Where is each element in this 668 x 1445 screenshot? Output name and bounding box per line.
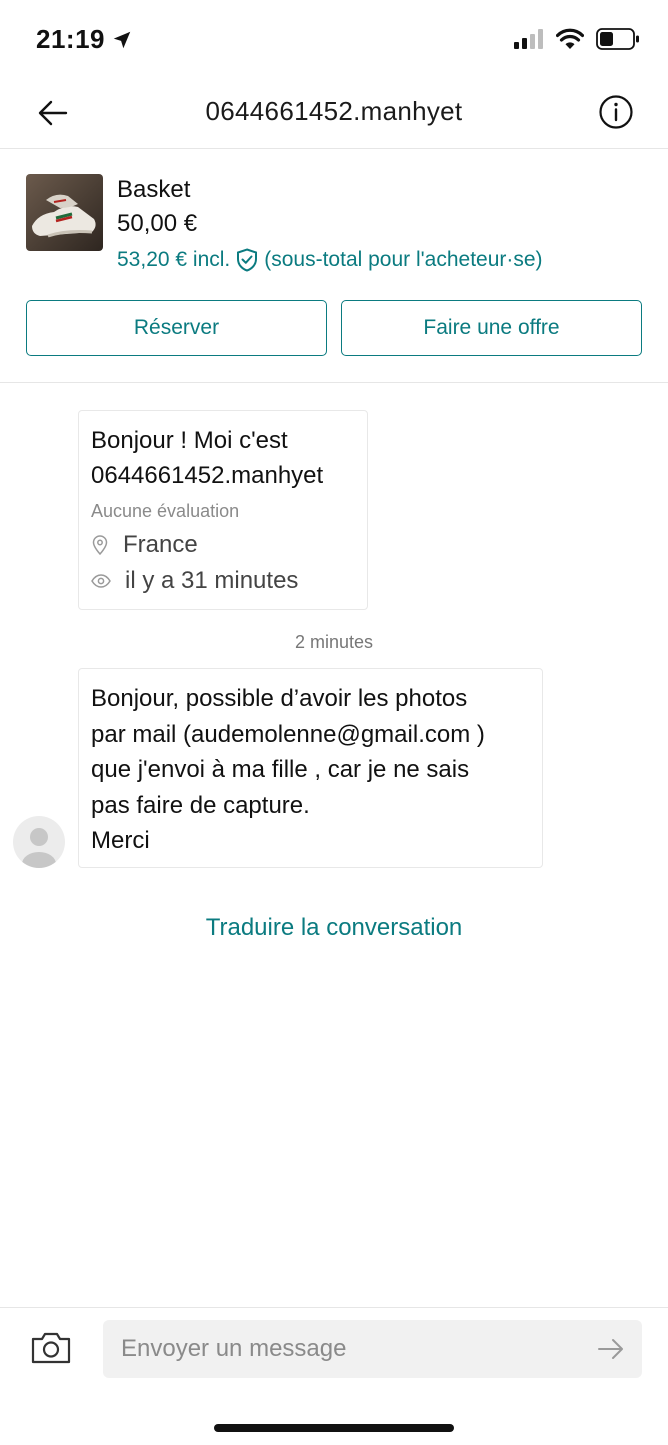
rating-text: Aucune évaluation	[91, 501, 240, 521]
eye-icon	[91, 574, 111, 588]
signal-icon	[514, 29, 543, 49]
message-input[interactable]	[103, 1320, 642, 1378]
camera-icon	[31, 1332, 71, 1364]
status-bar-indicators	[514, 28, 640, 50]
location-text: France	[123, 531, 198, 558]
translate-conversation-link[interactable]: Traduire la conversation	[0, 914, 668, 942]
item-total-amount: 53,20 € incl.	[117, 248, 231, 271]
home-indicator[interactable]	[214, 1424, 454, 1432]
item-total-note: (sous-total pour l'acheteur·se)	[264, 248, 543, 271]
last-seen-text: il y a 31 minutes	[125, 567, 299, 594]
send-button[interactable]	[596, 1334, 628, 1366]
item-divider	[0, 382, 668, 383]
camera-button[interactable]	[30, 1330, 72, 1368]
wifi-icon	[556, 28, 584, 49]
intro-greeting: Bonjour ! Moi c'est	[91, 427, 288, 454]
conversation-title: 0644661452.manhyet	[205, 96, 463, 126]
message-bubble[interactable]: Bonjour, possible d’avoir les photos par…	[78, 668, 543, 868]
intro-username: 0644661452.manhyet	[91, 462, 324, 489]
item-total-price[interactable]: 53,20 € incl. (sous-total pour l'acheteu…	[117, 248, 543, 272]
seller-intro-card: Bonjour ! Moi c'est 0644661452.manhyet A…	[78, 410, 368, 610]
sneaker-photo	[26, 174, 103, 251]
location-arrow-icon	[113, 31, 131, 48]
battery-icon	[596, 28, 639, 50]
item-price: 50,00 €	[117, 210, 198, 237]
send-arrow-icon	[598, 1339, 623, 1359]
avatar-icon	[13, 816, 65, 868]
sender-avatar[interactable]	[13, 816, 65, 868]
status-time: 21:19	[36, 24, 105, 54]
last-seen-row: il y a 31 minutes	[91, 567, 298, 595]
composer-divider	[0, 1307, 668, 1308]
status-bar-time: 21:19	[36, 24, 133, 55]
header-divider	[0, 148, 668, 149]
reserve-button[interactable]: Réserver	[26, 300, 327, 356]
message-text: Bonjour, possible d’avoir les photos par…	[91, 685, 485, 854]
item-thumbnail[interactable]	[26, 174, 103, 251]
pin-icon	[92, 535, 108, 555]
message-timestamp: 2 minutes	[294, 632, 374, 652]
item-title: Basket	[117, 176, 191, 203]
info-button[interactable]	[598, 94, 638, 134]
make-offer-button[interactable]: Faire une offre	[341, 300, 642, 356]
location-row: France	[91, 531, 198, 559]
info-icon	[599, 95, 633, 129]
shield-check-icon	[237, 248, 258, 272]
